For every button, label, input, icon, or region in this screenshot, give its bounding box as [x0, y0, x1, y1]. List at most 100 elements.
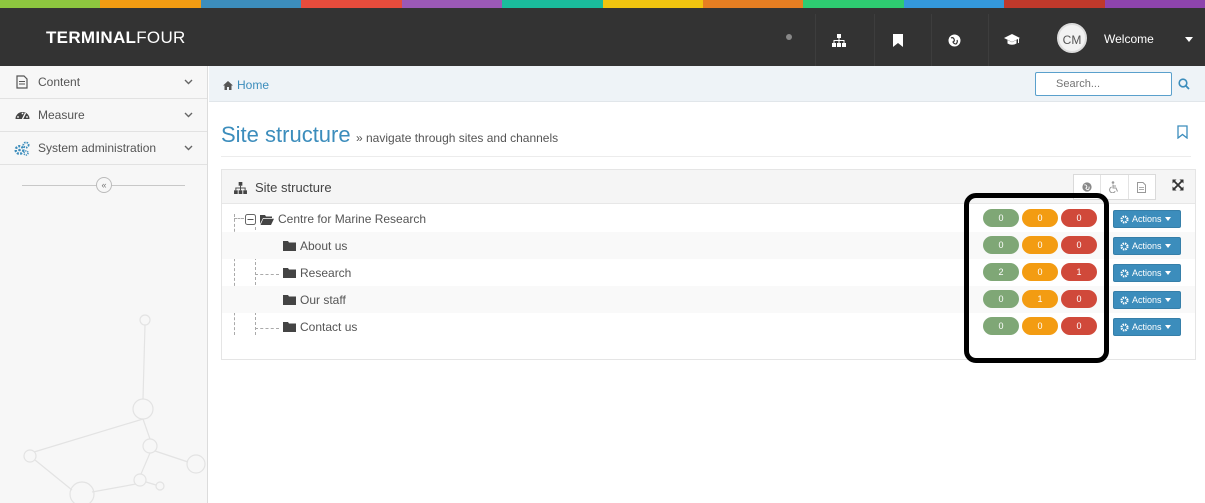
stripe-segment: [803, 0, 904, 8]
gear-icon: [1120, 295, 1129, 305]
page-subtitle: » navigate through sites and channels: [356, 131, 559, 145]
folder-icon: [283, 241, 296, 251]
home-icon: [223, 80, 233, 90]
caret-down-icon: [1164, 298, 1171, 302]
actions-label: Actions: [1132, 214, 1162, 224]
collapse-node-icon[interactable]: [245, 213, 256, 225]
cogs-icon: [14, 140, 30, 156]
globe-button[interactable]: [931, 14, 977, 66]
gear-icon: [1120, 268, 1129, 278]
gear-icon: [1120, 214, 1129, 224]
tree-node[interactable]: About us: [283, 239, 347, 253]
tree-node-label[interactable]: Contact us: [300, 320, 357, 334]
sidebar-item-content[interactable]: Content: [0, 66, 207, 99]
chevron-down-icon[interactable]: [1185, 37, 1193, 42]
folder-icon: [283, 268, 296, 278]
highlight-box: [964, 193, 1109, 363]
stripe-segment: [200, 0, 302, 8]
sidebar-item-system-administration[interactable]: System administration: [0, 132, 207, 165]
expand-icon[interactable]: [1172, 179, 1184, 191]
file-icon: [14, 74, 30, 90]
actions-button[interactable]: Actions: [1113, 318, 1181, 336]
caret-down-icon: [1164, 244, 1171, 248]
folder-open-icon: [260, 214, 274, 225]
color-stripe: [0, 0, 1205, 8]
caret-down-icon: [1164, 325, 1171, 329]
tree-node-label[interactable]: About us: [300, 239, 347, 253]
sidebar-item-measure[interactable]: Measure: [0, 99, 207, 132]
avatar[interactable]: CM: [1057, 23, 1087, 53]
stripe-segment: [502, 0, 603, 8]
caret-down-icon: [1164, 271, 1171, 275]
sidebar-collapse-row: «: [0, 172, 207, 198]
bookmark-icon: [892, 33, 903, 47]
globe-icon: [1082, 182, 1092, 192]
actions-button[interactable]: Actions: [1113, 237, 1181, 255]
stripe-segment: [1004, 0, 1105, 8]
learning-button[interactable]: [988, 14, 1034, 66]
folder-icon: [283, 322, 296, 332]
stripe-segment: [1104, 0, 1205, 8]
chevron-down-icon: [184, 145, 193, 151]
brand-thin: FOUR: [136, 28, 186, 47]
stripe-segment: [401, 0, 503, 8]
accessibility-view-button[interactable]: [1101, 175, 1129, 199]
bookmarks-button[interactable]: [874, 14, 920, 66]
stripe-segment: [301, 0, 402, 8]
tree-node-label[interactable]: Our staff: [300, 293, 346, 307]
graduation-cap-icon: [1003, 34, 1020, 45]
breadcrumb[interactable]: Home: [223, 78, 269, 92]
search-icon: [1178, 78, 1190, 90]
brand-bold: TERMINAL: [46, 28, 137, 47]
chevron-down-icon: [184, 112, 193, 118]
tree-node-label[interactable]: Centre for Marine Research: [278, 212, 426, 226]
tree-node[interactable]: Centre for Marine Research: [245, 212, 426, 226]
tree-node-label[interactable]: Research: [300, 266, 351, 280]
actions-button[interactable]: Actions: [1113, 264, 1181, 282]
search-button[interactable]: [1172, 72, 1196, 96]
breadcrumb-home[interactable]: Home: [237, 78, 269, 92]
actions-label: Actions: [1132, 241, 1162, 251]
divider: [221, 156, 1191, 157]
tree-node[interactable]: Contact us: [283, 320, 357, 334]
sitemap-button[interactable]: [815, 14, 861, 66]
breadcrumb-bar: Home: [209, 66, 1205, 102]
actions-label: Actions: [1132, 268, 1162, 278]
sidebar-item-label: System administration: [38, 141, 157, 155]
sitemap-icon: [234, 181, 247, 194]
search-input[interactable]: [1035, 72, 1172, 96]
panel-title: Site structure: [234, 180, 332, 195]
stripe-segment: [903, 0, 1005, 8]
bookmark-icon[interactable]: [1177, 125, 1188, 139]
sitemap-icon: [831, 33, 846, 47]
gear-icon: [1120, 241, 1129, 251]
top-navbar: TERMINALFOUR CM Welcome: [0, 0, 1205, 66]
accessibility-icon: [1109, 181, 1119, 193]
stripe-segment: [100, 0, 201, 8]
panel-title-label: Site structure: [255, 180, 332, 195]
actions-label: Actions: [1132, 295, 1162, 305]
actions-button[interactable]: Actions: [1113, 291, 1181, 309]
page-title: Site structure: [221, 122, 351, 147]
document-view-button[interactable]: [1129, 175, 1155, 199]
collapse-sidebar-button[interactable]: «: [96, 177, 112, 193]
document-icon: [1137, 181, 1147, 193]
dashboard-icon: [14, 107, 30, 123]
stripe-segment: [702, 0, 804, 8]
welcome-label[interactable]: Welcome: [1104, 32, 1154, 46]
tree-node[interactable]: Research: [283, 266, 351, 280]
sidebar: Content Measure System administration «: [0, 66, 208, 503]
stripe-segment: [602, 0, 703, 8]
stripe-segment: [0, 0, 101, 8]
gear-icon: [1120, 322, 1129, 332]
chevron-down-icon: [184, 79, 193, 85]
status-dot: [786, 34, 792, 40]
caret-down-icon: [1164, 217, 1171, 221]
tree-node[interactable]: Our staff: [283, 293, 346, 307]
actions-button[interactable]: Actions: [1113, 210, 1181, 228]
brand-logo[interactable]: TERMINALFOUR: [46, 28, 186, 48]
folder-icon: [283, 295, 296, 305]
sidebar-item-label: Content: [38, 75, 81, 89]
network-decoration: [23, 314, 206, 503]
sidebar-item-label: Measure: [38, 108, 85, 122]
